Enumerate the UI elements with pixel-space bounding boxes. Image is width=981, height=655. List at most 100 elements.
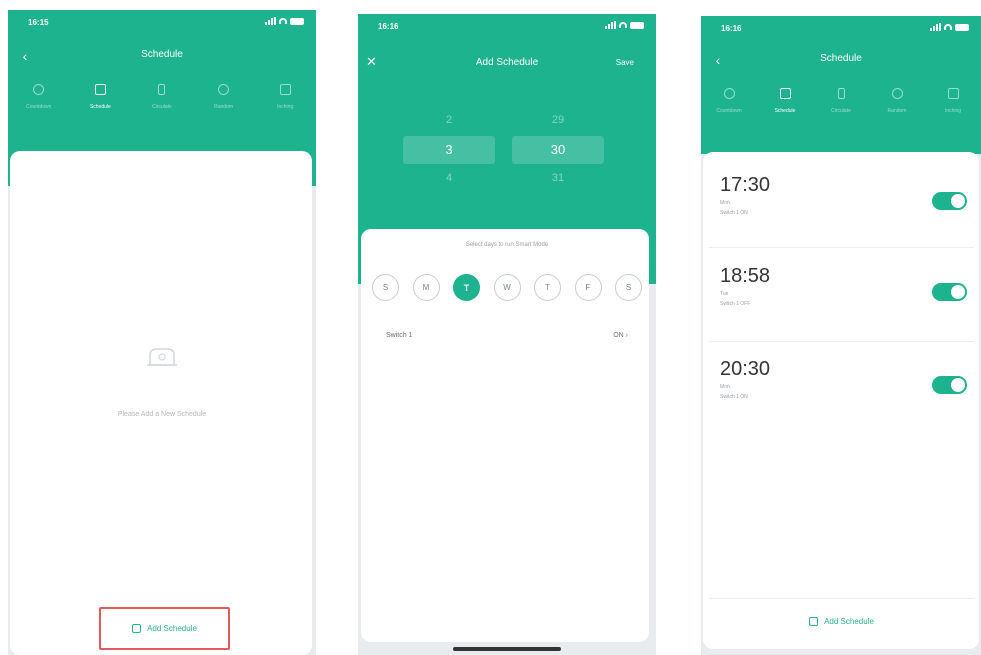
tab-circulate[interactable]: Circulate xyxy=(814,88,868,128)
plus-icon xyxy=(809,616,819,626)
title-bar: ✕ Add Schedule Save xyxy=(358,54,656,74)
hourglass-icon xyxy=(837,88,845,99)
day-saturday[interactable]: S xyxy=(615,274,642,301)
tab-schedule[interactable]: Schedule xyxy=(758,88,812,128)
home-indicator xyxy=(453,647,561,651)
save-button[interactable]: Save xyxy=(616,58,634,67)
schedule-toggle[interactable] xyxy=(932,283,967,301)
tab-label: Circulate xyxy=(152,104,172,110)
signal-icon xyxy=(930,23,941,31)
schedule-toggle[interactable] xyxy=(932,376,967,394)
hour-prev: 2 xyxy=(445,114,453,126)
tab-label: Random xyxy=(887,108,907,114)
schedule-toggle[interactable] xyxy=(932,192,967,210)
status-icons xyxy=(605,21,644,29)
status-bar: 16:15 xyxy=(8,16,316,30)
page-title: Add Schedule xyxy=(475,57,539,68)
clock-icon xyxy=(33,84,45,95)
wifi-icon xyxy=(619,22,627,28)
tab-inching[interactable]: Inching xyxy=(258,84,312,124)
switch-action-row[interactable]: Switch 1 ON › xyxy=(386,332,628,339)
tab-label: Inching xyxy=(944,108,962,114)
inching-icon xyxy=(279,84,291,95)
schedule-item[interactable]: 20:30 Mon Switch 1 ON xyxy=(709,354,974,439)
tab-circulate[interactable]: Circulate xyxy=(135,84,189,124)
add-schedule-button[interactable]: Add Schedule xyxy=(709,606,974,636)
signal-icon xyxy=(265,17,276,25)
divider xyxy=(709,247,974,248)
calendar-icon xyxy=(779,88,791,99)
empty-calendar-icon xyxy=(147,348,177,366)
tab-label: Circulate xyxy=(831,108,851,114)
add-schedule-label: Add Schedule xyxy=(824,616,874,626)
tab-random[interactable]: Random xyxy=(197,84,251,124)
empty-state-text: Please Add a New Schedule xyxy=(117,411,207,418)
day-sunday[interactable]: S xyxy=(372,274,399,301)
header-background xyxy=(701,16,981,154)
day-selector: S M T W T F S xyxy=(372,274,642,301)
hour-next: 4 xyxy=(445,172,453,184)
tab-countdown[interactable]: Countdown xyxy=(702,88,756,128)
signal-icon xyxy=(605,21,616,29)
tab-countdown[interactable]: Countdown xyxy=(12,84,66,124)
schedule-action: Switch 1 OFF xyxy=(720,301,751,307)
tab-label: Countdown xyxy=(716,108,742,114)
status-icons xyxy=(265,17,304,25)
title-bar: ‹ Schedule xyxy=(701,50,981,70)
random-icon xyxy=(218,84,230,95)
day-friday[interactable]: F xyxy=(574,274,602,301)
battery-icon xyxy=(290,17,304,25)
schedule-days: Tue xyxy=(720,291,729,297)
phone-screen-add-schedule: 16:16 ✕ Add Schedule Save 3 30 2 4 29 31… xyxy=(358,14,656,655)
switch-label: Switch 1 xyxy=(386,332,413,339)
status-time: 16:16 xyxy=(378,22,399,31)
highlight-box xyxy=(99,607,230,650)
random-icon xyxy=(891,88,903,99)
schedule-item[interactable]: 18:58 Tue Switch 1 OFF xyxy=(709,261,974,346)
battery-icon xyxy=(955,23,969,31)
schedule-action: Switch 1 ON xyxy=(720,210,748,216)
tab-label: Countdown xyxy=(26,104,52,110)
tab-inching[interactable]: Inching xyxy=(926,88,980,128)
schedule-time: 18:58 xyxy=(720,265,771,287)
tab-random[interactable]: Random xyxy=(870,88,924,128)
selected-minute[interactable]: 30 xyxy=(512,136,604,164)
schedule-days: Mon xyxy=(720,200,730,206)
battery-icon xyxy=(630,21,644,29)
status-time: 16:15 xyxy=(28,18,49,27)
schedule-time: 17:30 xyxy=(720,174,771,196)
phone-screen-schedule-list: 16:16 ‹ Schedule Countdown Schedule Circ… xyxy=(701,16,981,655)
page-title: Schedule xyxy=(141,49,183,60)
divider xyxy=(709,341,974,342)
minute-next: 31 xyxy=(551,172,565,184)
day-monday[interactable]: M xyxy=(412,274,440,301)
divider xyxy=(709,598,974,599)
schedule-list-card xyxy=(10,151,312,655)
tab-schedule[interactable]: Schedule xyxy=(73,84,127,124)
calendar-icon xyxy=(94,84,106,95)
status-time: 16:16 xyxy=(721,24,742,33)
wifi-icon xyxy=(279,18,287,24)
inching-icon xyxy=(947,88,959,99)
switch-value[interactable]: ON › xyxy=(613,332,628,339)
title-bar: ‹ Schedule xyxy=(8,46,316,66)
wifi-icon xyxy=(944,24,952,30)
day-wednesday[interactable]: W xyxy=(493,274,521,301)
day-tuesday[interactable]: T xyxy=(453,274,480,301)
status-bar: 16:16 xyxy=(701,22,981,36)
phone-screen-empty-schedule: 16:15 ‹ Schedule Countdown Schedule Circ… xyxy=(8,10,316,655)
status-icons xyxy=(930,23,969,31)
tab-label: Inching xyxy=(277,104,294,110)
clock-icon xyxy=(723,88,735,99)
schedule-action: Switch 1 ON xyxy=(720,394,748,400)
day-thursday[interactable]: T xyxy=(534,274,561,301)
schedule-time: 20:30 xyxy=(720,358,771,380)
tab-label: Random xyxy=(214,104,234,110)
schedule-item[interactable]: 17:30 Mon Switch 1 ON xyxy=(709,170,974,255)
mode-tabs: Countdown Schedule Circulate Random Inch… xyxy=(8,84,316,124)
hourglass-icon xyxy=(158,84,166,95)
days-label: Select days to run Smart Mode xyxy=(465,242,549,248)
selected-hour[interactable]: 3 xyxy=(403,136,495,164)
page-title: Schedule xyxy=(820,53,862,64)
tab-label: Schedule xyxy=(89,104,111,110)
